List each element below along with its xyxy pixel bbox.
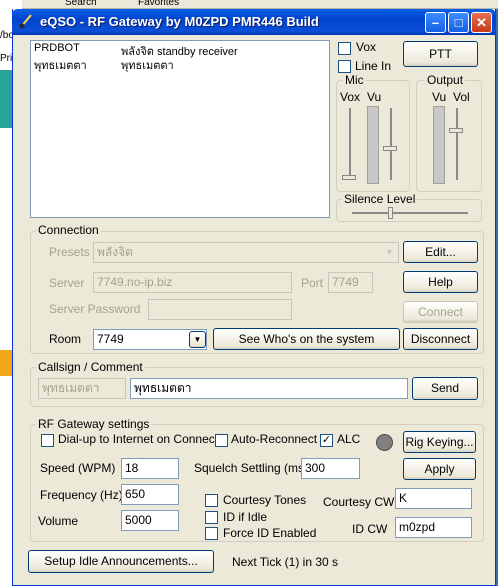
edit-presets-button[interactable]: Edit... (403, 241, 478, 263)
courtesy-tones-label: Courtesy Tones (223, 493, 307, 507)
apply-button[interactable]: Apply (403, 458, 476, 480)
callsign-input[interactable]: พุทธเมตตา (38, 378, 126, 399)
comment-input[interactable]: พุทธเมตตา (130, 378, 408, 399)
minimize-button[interactable]: – (425, 12, 446, 33)
mic-vu-label: Vu (367, 90, 382, 104)
dialup-label: Dial-up to Internet on Connect (58, 432, 219, 446)
setup-idle-announcements-button[interactable]: Setup Idle Announcements... (28, 550, 214, 573)
mic-level-slider-track (390, 108, 392, 180)
mic-group-label: Mic (343, 73, 366, 87)
rig-keying-button[interactable]: Rig Keying... (403, 431, 476, 453)
maximize-button[interactable]: □ (448, 12, 469, 33)
chevron-down-icon[interactable]: ▼ (381, 244, 398, 261)
id-cw-input[interactable]: m0zpd (395, 517, 472, 538)
presets-label: Presets (49, 245, 90, 259)
mic-vu-meter (367, 106, 379, 184)
volume-slider-track (456, 108, 458, 180)
close-button[interactable]: ✕ (471, 12, 492, 33)
auto-reconnect-label: Auto-Reconnect (231, 432, 318, 446)
antenna-icon (19, 14, 32, 29)
output-vu-label: Vu (432, 90, 447, 104)
presets-select[interactable]: พลังจิต (93, 242, 399, 263)
id-if-idle-label: ID if Idle (223, 510, 268, 524)
chevron-down-icon[interactable]: ▼ (189, 331, 206, 348)
frequency-input[interactable]: 650 (121, 484, 179, 505)
force-id-checkbox[interactable] (205, 527, 218, 540)
output-group (416, 80, 482, 192)
rf-gateway-group-label: RF Gateway settings (36, 417, 152, 431)
frequency-label: Frequency (Hz) (40, 488, 123, 502)
alc-label: ALC (337, 432, 361, 446)
see-whos-on-button[interactable]: See Who's on the system (213, 328, 400, 350)
output-group-label: Output (425, 73, 466, 87)
background-favorites-label: Favorites (138, 0, 180, 8)
mic-vox-slider-track (349, 108, 351, 180)
connection-group-label: Connection (36, 223, 101, 237)
courtesy-tones-checkbox[interactable] (205, 494, 218, 507)
server-password-label: Server Password (49, 302, 141, 316)
alc-checkbox[interactable]: ✓ (320, 434, 333, 447)
disconnect-button[interactable]: Disconnect (403, 328, 478, 350)
courtesy-cw-input[interactable]: K (395, 488, 472, 509)
server-input[interactable]: 7749.no-ip.biz (93, 272, 292, 293)
mic-vox-slider-thumb[interactable] (342, 175, 356, 180)
background-search-label: Search (65, 0, 97, 8)
server-password-input[interactable] (148, 299, 292, 320)
silence-slider-thumb[interactable] (388, 207, 393, 219)
room-label: Room (49, 332, 82, 346)
silence-level-label: Silence Level (342, 192, 418, 206)
user-info[interactable]: พุทธเมตตา (121, 56, 174, 74)
callsign-group-label: Callsign / Comment (36, 360, 145, 374)
vox-label: Vox (356, 40, 377, 54)
user-callsign[interactable]: PRDBOT (34, 42, 80, 54)
auto-reconnect-checkbox[interactable] (215, 434, 228, 447)
user-callsign[interactable]: พุทธเมตตา (34, 56, 87, 74)
dialup-checkbox[interactable] (41, 434, 54, 447)
line-in-checkbox[interactable] (338, 60, 351, 73)
connect-button[interactable]: Connect (403, 301, 478, 323)
port-input[interactable]: 7749 (328, 272, 373, 293)
volume-label: Volume (38, 514, 79, 528)
output-vu-meter (433, 106, 445, 184)
courtesy-cw-label: Courtesy CW (323, 495, 395, 509)
squelch-input[interactable]: 300 (301, 458, 360, 479)
squelch-label: Squelch Settling (ms) (194, 461, 309, 475)
server-label: Server (49, 276, 85, 290)
next-tick-status: Next Tick (1) in 30 s (232, 555, 339, 569)
mic-vox-label: Vox (340, 90, 361, 104)
mic-level-slider-thumb[interactable] (383, 146, 397, 151)
volume-input[interactable]: 5000 (121, 510, 179, 531)
output-vol-label: Vol (453, 90, 470, 104)
id-if-idle-checkbox[interactable] (205, 511, 218, 524)
send-button[interactable]: Send (412, 377, 478, 400)
speed-label: Speed (WPM) (40, 461, 116, 475)
volume-slider-thumb[interactable] (449, 128, 463, 133)
rig-status-indicator (376, 434, 393, 451)
ptt-button[interactable]: PTT (403, 41, 478, 67)
speed-input[interactable]: 18 (121, 458, 179, 479)
vox-checkbox[interactable] (338, 42, 351, 55)
port-label: Port (301, 276, 324, 290)
silence-slider-track (352, 212, 468, 214)
window-title: eQSO - RF Gateway by M0ZPD PMR446 Build (40, 14, 319, 29)
id-cw-label: ID CW (352, 522, 388, 536)
line-in-label: Line In (355, 59, 392, 73)
help-button[interactable]: Help (403, 271, 478, 293)
force-id-label: Force ID Enabled (223, 526, 317, 540)
